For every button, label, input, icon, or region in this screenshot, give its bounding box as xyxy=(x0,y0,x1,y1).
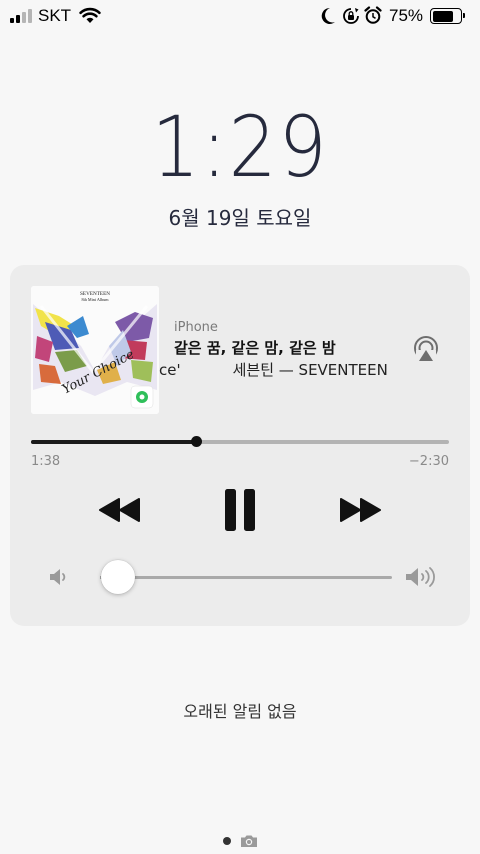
pause-icon[interactable] xyxy=(217,487,263,533)
scrubber-knob[interactable] xyxy=(190,436,202,447)
fast-forward-icon[interactable] xyxy=(338,487,384,533)
elapsed-time: 1:38 xyxy=(31,454,61,469)
alarm-icon xyxy=(364,6,382,24)
page-indicator[interactable] xyxy=(220,833,270,849)
track-title: 같은 꿈, 같은 맘, 같은 밤 xyxy=(174,339,336,357)
volume-high-icon xyxy=(406,567,435,587)
volume-knob[interactable] xyxy=(100,560,135,594)
status-right-group: 75% xyxy=(320,6,470,26)
album-art-subtitle: 8th Mini Album xyxy=(82,297,110,302)
camera-icon[interactable] xyxy=(240,834,258,848)
transport-controls xyxy=(10,487,470,533)
output-device-label: iPhone xyxy=(174,320,218,335)
remaining-time: −2:30 xyxy=(408,454,449,469)
cellular-signal-icon xyxy=(10,9,32,23)
battery-level xyxy=(432,10,453,22)
artist-marquee-clipped: ce' xyxy=(159,361,181,379)
album-artwork[interactable]: SEVENTEEN 8th Mini Album Your Choice xyxy=(31,286,159,414)
status-bar: SKT 75% xyxy=(0,0,480,32)
playback-progress xyxy=(31,440,197,444)
moon-icon xyxy=(321,7,335,24)
playback-scrubber[interactable] xyxy=(31,436,449,447)
lock-screen-time: 1:29 xyxy=(151,98,329,196)
airplay-icon[interactable] xyxy=(412,336,440,364)
album-art-image: SEVENTEEN 8th Mini Album Your Choice xyxy=(31,286,159,414)
rewind-icon[interactable] xyxy=(96,487,142,533)
now-playing-widget: SEVENTEEN 8th Mini Album Your Choice iPh… xyxy=(10,265,470,626)
current-page-dot xyxy=(223,837,231,845)
volume-slider[interactable] xyxy=(100,560,392,594)
lock-screen-date: 6월 19일 토요일 xyxy=(168,206,312,230)
battery-icon xyxy=(430,8,465,24)
no-older-notifications-label: 오래된 알림 없음 xyxy=(183,702,297,721)
artist-marquee: ce' 세븐틴 — SEVENTEEN xyxy=(159,359,401,380)
orientation-lock-icon xyxy=(343,8,359,24)
volume-low-icon xyxy=(50,569,66,585)
carrier-name: SKT xyxy=(38,6,72,25)
artist-name: 세븐틴 — SEVENTEEN xyxy=(232,361,388,379)
battery-percentage: 75% xyxy=(389,6,424,25)
wifi-icon xyxy=(79,7,101,23)
